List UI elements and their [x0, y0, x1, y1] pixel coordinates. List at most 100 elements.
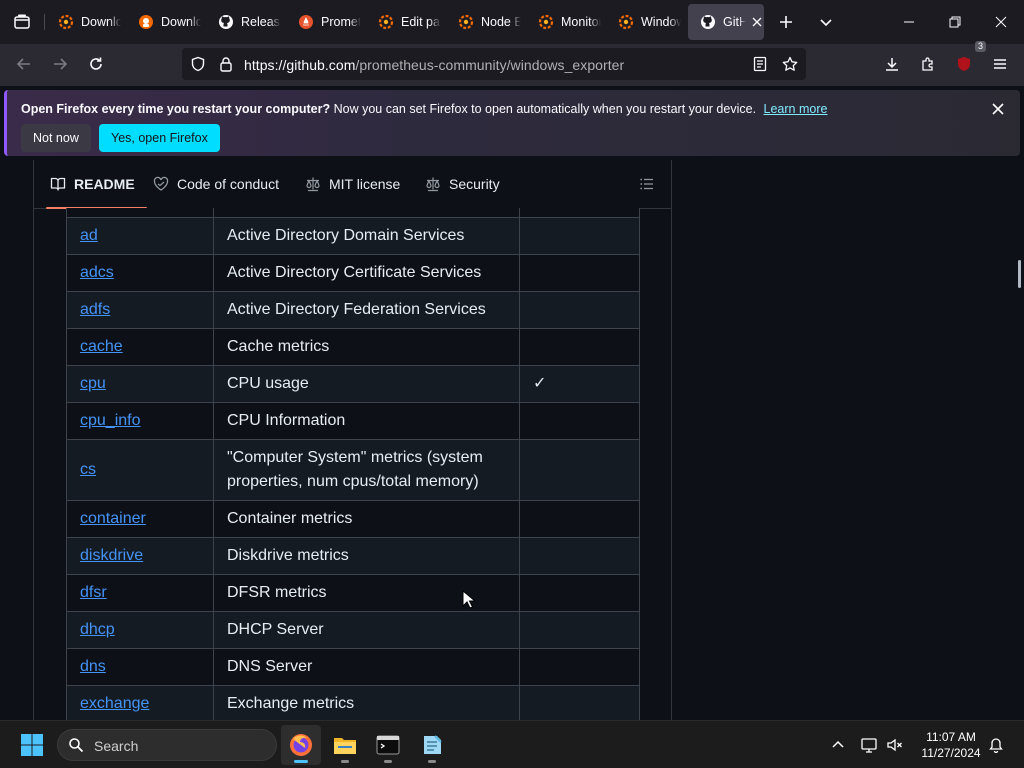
search-icon — [69, 738, 84, 753]
browser-tab-label: Windows Exporter — [641, 15, 681, 29]
collector-link[interactable]: dfsr — [80, 584, 107, 601]
taskbar-terminal[interactable] — [368, 725, 408, 765]
browser-tab-label: Node Exporter — [481, 15, 521, 29]
show-hidden-icons-button[interactable] — [828, 735, 848, 755]
download-icon — [886, 58, 898, 71]
shield-icon[interactable] — [190, 56, 206, 72]
url-bar[interactable]: https://github.com/prometheus-community/… — [182, 48, 806, 80]
tab-separator — [44, 14, 45, 30]
learn-more-link[interactable]: Learn more — [764, 102, 828, 116]
tab-close-button[interactable] — [750, 14, 764, 30]
chevron-down-icon — [820, 19, 832, 27]
restore-button[interactable] — [932, 0, 978, 44]
notification-close-button[interactable] — [988, 99, 1008, 119]
collector-description: Cache metrics — [213, 327, 520, 366]
reader-view-icon[interactable] — [752, 56, 768, 72]
clock-date: 11/27/2024 — [921, 746, 981, 760]
browser-tab[interactable]: Releases — [206, 4, 282, 40]
collector-description: DHCP Server — [213, 610, 520, 649]
minimize-button[interactable] — [886, 0, 932, 44]
network-tray[interactable] — [859, 735, 879, 755]
notepad-icon — [424, 735, 442, 754]
collector-link[interactable]: adfs — [80, 301, 110, 318]
browser-tab[interactable]: Node Exporter — [446, 4, 522, 40]
forward-button[interactable] — [44, 48, 76, 80]
yes-open-firefox-button[interactable]: Yes, open Firefox — [99, 124, 220, 152]
browser-tab[interactable]: Downloads | Grafana — [46, 4, 122, 40]
minimize-icon — [904, 21, 914, 23]
readme-box: README Code of conduct MIT license Secur… — [33, 160, 672, 720]
tab-readme[interactable]: README — [46, 160, 147, 209]
github-icon — [219, 15, 233, 29]
notifications-button[interactable] — [986, 735, 1006, 755]
reload-button[interactable] — [80, 48, 112, 80]
collector-link[interactable]: container — [80, 510, 146, 527]
url-text: https://github.com/prometheus-community/… — [244, 57, 624, 73]
collector-name-cell: cpu_info — [66, 401, 214, 440]
browser-tab[interactable]: GitHub — [688, 4, 764, 40]
collector-link[interactable]: cache — [80, 338, 123, 355]
collector-link[interactable]: diskdrive — [80, 547, 143, 564]
app-menu-button[interactable] — [984, 48, 1016, 80]
close-icon — [992, 103, 1004, 115]
window-close-button[interactable] — [978, 0, 1024, 44]
collector-description: Active Directory Domain Services — [213, 216, 520, 255]
ublock-button[interactable]: 3 — [948, 41, 986, 80]
not-now-button[interactable]: Not now — [21, 124, 91, 152]
taskbar-firefox[interactable] — [281, 725, 321, 765]
taskbar-clock[interactable]: 11:07 AM 11/27/2024 — [915, 729, 987, 761]
code-of-conduct-icon — [153, 176, 169, 191]
collector-link[interactable]: ad — [80, 227, 98, 244]
star-icon[interactable] — [782, 56, 798, 72]
notification-title: Open Firefox every time you restart your… — [21, 102, 331, 116]
collector-link[interactable]: dhcp — [80, 621, 115, 638]
collector-name-cell: adfs — [66, 290, 214, 329]
taskbar-notepad[interactable] — [412, 725, 452, 765]
collector-link[interactable]: cs — [80, 461, 96, 478]
taskbar-search[interactable]: Search — [57, 729, 277, 761]
back-button[interactable] — [8, 48, 40, 80]
collector-enabled-by-default: ✓ — [519, 364, 640, 403]
downloads-button[interactable] — [876, 48, 908, 80]
new-tab-button[interactable] — [764, 0, 808, 44]
speaker-muted-icon — [887, 738, 902, 752]
tab-code-of-conduct[interactable]: Code of conduct — [153, 160, 279, 208]
collector-description: Container metrics — [213, 499, 520, 538]
extensions-button[interactable] — [912, 48, 944, 80]
browser-tab-label: GitHub — [723, 15, 746, 29]
tab-mit-license[interactable]: MIT license — [305, 160, 400, 208]
firefox-view-button[interactable] — [0, 0, 44, 44]
volume-tray[interactable] — [885, 735, 905, 755]
page-scrollbar-thumb[interactable] — [1018, 260, 1021, 288]
reload-icon — [90, 57, 102, 70]
default-browser-notification: Open Firefox every time you restart your… — [4, 90, 1020, 156]
browser-tab[interactable]: Edit panel — [366, 4, 442, 40]
collector-description: Diskdrive metrics — [213, 536, 520, 575]
collector-link[interactable]: cpu — [80, 375, 106, 392]
collector-link[interactable]: dns — [80, 658, 106, 675]
collector-link[interactable]: adcs — [80, 264, 114, 281]
lock-icon[interactable] — [218, 56, 234, 72]
collector-link[interactable]: cpu_info — [80, 412, 141, 429]
collector-link[interactable]: exchange — [80, 695, 149, 712]
taskbar-file-explorer[interactable] — [325, 725, 365, 765]
collector-name-cell: adcs — [66, 253, 214, 292]
table-row: exchange Exchange metrics — [66, 684, 640, 720]
collector-enabled-by-default — [519, 610, 640, 649]
tab-security[interactable]: Security — [425, 160, 500, 208]
browser-tab[interactable]: Prometheus — [286, 4, 362, 40]
start-button[interactable] — [14, 729, 50, 761]
collector-enabled-by-default — [519, 536, 640, 575]
table-row: cs "Computer System" metrics (system prop… — [66, 438, 640, 501]
notification-body: Now you can set Firefox to open automati… — [333, 102, 757, 116]
windows-taskbar: Search 11:07 AM 11/27/2024 — [0, 720, 1024, 768]
browser-tab[interactable]: Monitoring — [526, 4, 602, 40]
outline-button[interactable] — [639, 176, 655, 192]
browser-tab[interactable]: Download Grafana — [126, 4, 202, 40]
file-explorer-icon — [334, 738, 356, 754]
bell-icon — [989, 738, 1003, 753]
arrow-left-icon — [16, 58, 30, 70]
browser-tab[interactable]: Windows Exporter — [606, 4, 682, 40]
list-all-tabs-button[interactable] — [804, 0, 848, 44]
table-row: adcs Active Directory Certificate Service… — [66, 253, 640, 292]
